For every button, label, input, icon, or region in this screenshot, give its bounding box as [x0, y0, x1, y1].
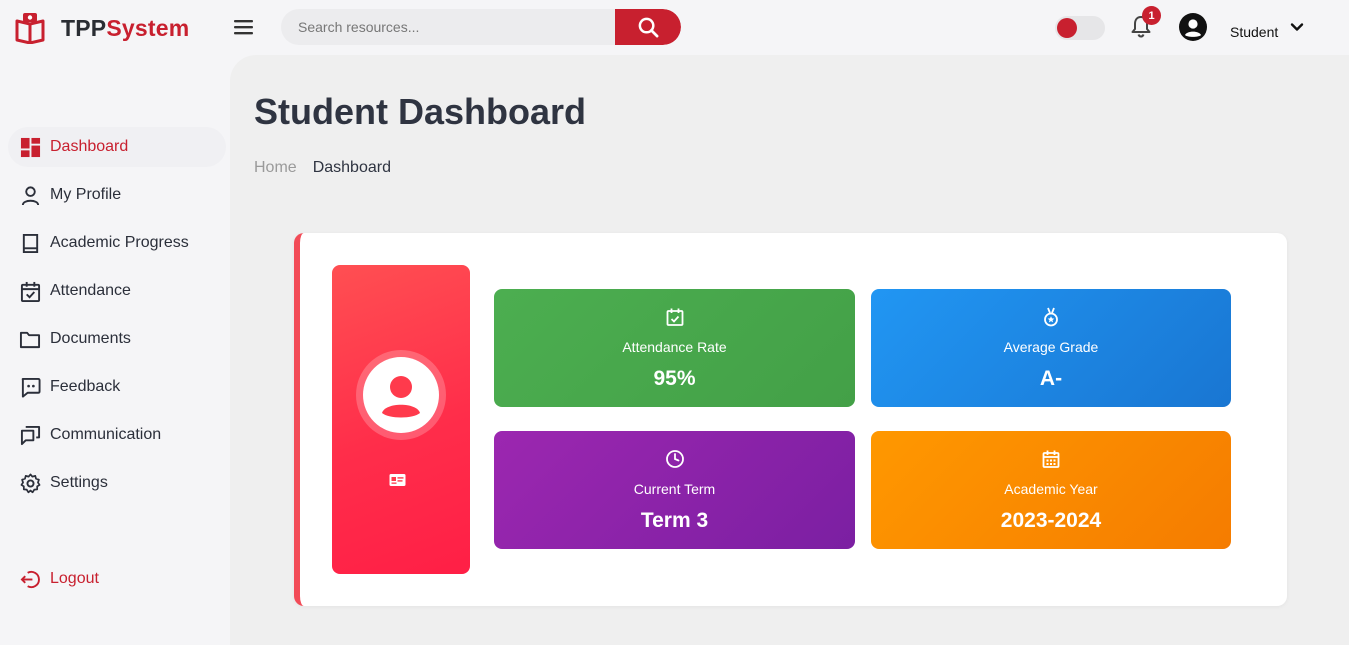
stat-label: Average Grade: [1003, 339, 1099, 355]
user-name[interactable]: Student: [1230, 24, 1278, 40]
sidebar-item-dashboard[interactable]: Dashboard: [8, 127, 226, 167]
sidebar-item-academic-progress[interactable]: Academic Progress: [8, 223, 226, 263]
logout-label: Logout: [50, 570, 99, 587]
menu-toggle-button[interactable]: [233, 16, 255, 38]
stat-label: Current Term: [633, 481, 716, 497]
stat-label: Attendance Rate: [622, 339, 727, 355]
book-icon: [19, 232, 41, 254]
dashboard-icon: [19, 136, 41, 158]
stat-value: Term 3: [640, 509, 709, 532]
sidebar-item-my-profile[interactable]: My Profile: [8, 175, 226, 215]
user-avatar-icon: [382, 376, 420, 418]
breadcrumb-current: Dashboard: [312, 159, 391, 176]
hamburger-icon: [234, 20, 253, 35]
messages-icon: [19, 424, 41, 446]
chat-icon: [19, 376, 41, 398]
sidebar-item-documents[interactable]: Documents: [8, 319, 226, 359]
app-logo[interactable]: TPPSystem: [14, 12, 189, 44]
app-name: TPPSystem: [61, 15, 189, 42]
logout-icon: [19, 568, 41, 590]
medal-icon: [1044, 307, 1058, 327]
main-content: Student Dashboard Home Dashboard Attenda…: [230, 55, 1349, 645]
student-overview-card: Attendance Rate 95% Average Grade A- Cur…: [294, 233, 1287, 606]
stat-card-academic-year: Academic Year 2023-2024: [871, 431, 1231, 549]
toggle-knob: [1057, 18, 1077, 38]
sidebar-item-communication[interactable]: Communication: [8, 415, 226, 455]
avatar[interactable]: [356, 350, 446, 440]
folder-icon: [19, 328, 41, 350]
gear-icon: [19, 472, 41, 494]
search-icon: [638, 17, 658, 37]
breadcrumb: Home Dashboard: [254, 159, 391, 177]
stat-card-average-grade: Average Grade A-: [871, 289, 1231, 407]
sidebar-item-label: Dashboard: [50, 138, 129, 155]
id-card-icon[interactable]: [389, 473, 406, 487]
sidebar-item-label: My Profile: [50, 186, 122, 203]
sidebar: Dashboard My Profile Academic Progress A…: [0, 55, 230, 645]
stat-value: 2023-2024: [1000, 509, 1102, 532]
book-logo-icon: [15, 13, 45, 44]
logo-text-tpp: TPP: [61, 14, 107, 41]
clock-icon: [665, 450, 684, 468]
sidebar-item-label: Academic Progress: [50, 234, 189, 251]
sidebar-item-label: Documents: [50, 330, 131, 347]
user-icon: [19, 184, 41, 206]
search-input[interactable]: [281, 9, 615, 45]
calendar-icon: [1042, 450, 1060, 468]
stat-label: Academic Year: [1004, 481, 1098, 497]
stat-value: 95%: [653, 367, 696, 390]
page-title: Student Dashboard: [254, 91, 587, 132]
avatar-inner: [363, 357, 439, 433]
sidebar-item-feedback[interactable]: Feedback: [8, 367, 226, 407]
sidebar-item-attendance[interactable]: Attendance: [8, 271, 226, 311]
top-bar: TPPSystem 1 Student: [0, 0, 1349, 55]
search-bar: [281, 9, 681, 45]
sidebar-item-label: Attendance: [50, 282, 131, 299]
stat-value: A-: [1039, 367, 1063, 390]
profile-panel: [332, 265, 470, 574]
calendar-check-icon: [19, 280, 41, 302]
sidebar-item-label: Settings: [50, 474, 108, 491]
notification-badge: 1: [1142, 6, 1161, 25]
theme-toggle[interactable]: [1055, 16, 1105, 40]
sidebar-item-settings[interactable]: Settings: [8, 463, 226, 503]
search-button[interactable]: [615, 9, 681, 45]
sidebar-item-label: Feedback: [50, 378, 121, 395]
user-circle-icon: [1179, 13, 1207, 41]
logout-button[interactable]: Logout: [8, 559, 226, 599]
user-avatar[interactable]: [1179, 13, 1207, 41]
stat-card-attendance-rate: Attendance Rate 95%: [494, 289, 855, 407]
stat-card-current-term: Current Term Term 3: [494, 431, 855, 549]
breadcrumb-home-link[interactable]: Home: [254, 159, 297, 177]
chevron-down-icon: [1290, 23, 1304, 31]
calendar-check-icon: [666, 308, 683, 326]
user-menu-dropdown[interactable]: [1289, 19, 1305, 35]
sidebar-item-label: Communication: [50, 426, 162, 443]
logo-text-system: System: [106, 14, 190, 41]
